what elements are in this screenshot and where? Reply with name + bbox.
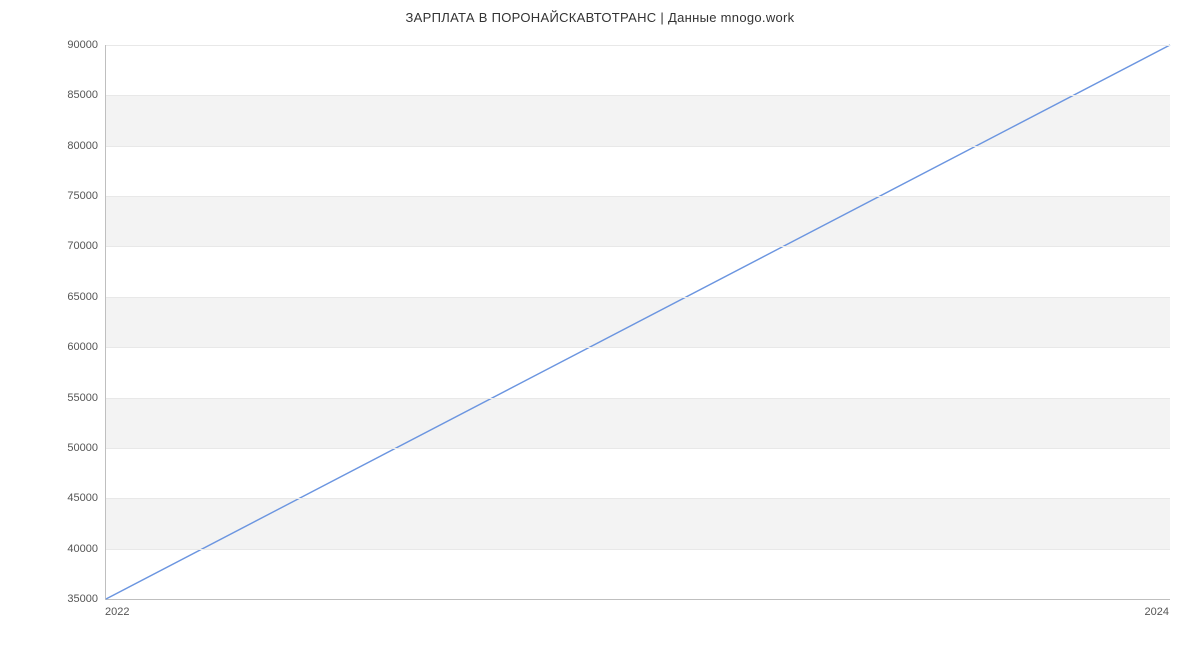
y-tick-label: 65000 <box>8 291 98 303</box>
y-gridline <box>106 398 1170 399</box>
data-line <box>106 45 1170 599</box>
y-gridline <box>106 498 1170 499</box>
y-tick-label: 55000 <box>8 392 98 404</box>
y-tick-label: 60000 <box>8 341 98 353</box>
series-line <box>106 45 1170 599</box>
y-gridline <box>106 246 1170 247</box>
y-tick-label: 70000 <box>8 240 98 252</box>
y-gridline <box>106 347 1170 348</box>
y-gridline <box>106 448 1170 449</box>
y-gridline <box>106 549 1170 550</box>
y-tick-label: 80000 <box>8 140 98 152</box>
y-tick-label: 45000 <box>8 492 98 504</box>
y-gridline <box>106 146 1170 147</box>
chart-title: ЗАРПЛАТА В ПОРОНАЙСКАВТОТРАНС | Данные m… <box>0 10 1200 25</box>
x-tick-label: 2022 <box>105 606 129 618</box>
line-chart: ЗАРПЛАТА В ПОРОНАЙСКАВТОТРАНС | Данные m… <box>0 0 1200 650</box>
y-gridline <box>106 45 1170 46</box>
y-tick-label: 40000 <box>8 543 98 555</box>
x-tick-label: 2024 <box>1145 606 1169 618</box>
y-tick-label: 85000 <box>8 89 98 101</box>
y-gridline <box>106 297 1170 298</box>
plot-area <box>105 45 1170 600</box>
y-tick-label: 90000 <box>8 39 98 51</box>
y-tick-label: 50000 <box>8 442 98 454</box>
y-gridline <box>106 95 1170 96</box>
y-tick-label: 75000 <box>8 190 98 202</box>
y-tick-label: 35000 <box>8 593 98 605</box>
y-gridline <box>106 196 1170 197</box>
